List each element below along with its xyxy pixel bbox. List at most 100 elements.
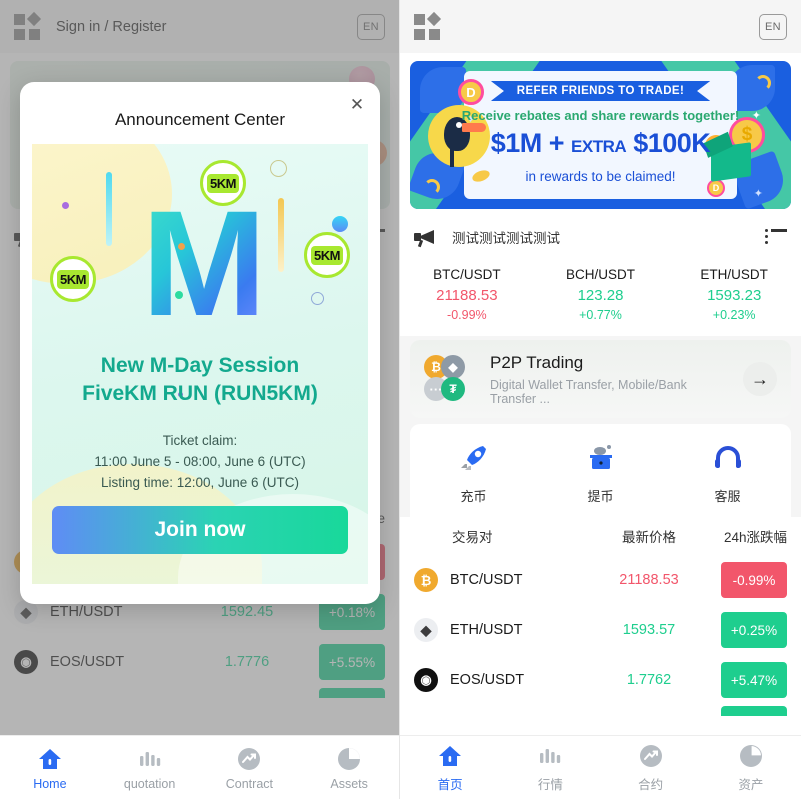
change-badge-partial bbox=[721, 706, 787, 716]
modal-artwork: M 5KM 5KM 5KM New M-Day Session FiveKM R… bbox=[32, 144, 368, 584]
modal-title: Announcement Center bbox=[114, 110, 286, 129]
trend-circle-icon bbox=[601, 742, 701, 770]
price-value: 21188.53 bbox=[619, 572, 679, 588]
decor-ring bbox=[311, 292, 324, 305]
p2p-subtitle: Digital Wallet Transfer, Mobile/Bank Tra… bbox=[490, 377, 687, 406]
banner-subtitle: Receive rebates and share rewards togeth… bbox=[461, 108, 740, 123]
tab-contract-label: 合约 bbox=[638, 778, 664, 792]
sparkle-icon: ✦ bbox=[753, 188, 763, 200]
pair-label: EOS/USDT bbox=[450, 672, 525, 688]
ticker-item[interactable]: BTC/USDT 21188.53 -0.99% bbox=[400, 267, 534, 322]
tab-home[interactable]: Home bbox=[0, 745, 100, 791]
banner-amount-extra: $100K bbox=[633, 128, 711, 158]
ticker-price: 123.28 bbox=[577, 287, 624, 304]
right-header: EN bbox=[400, 0, 801, 53]
confetti-icon bbox=[755, 75, 771, 91]
market-ticker: BTC/USDT 21188.53 -0.99% BCH/USDT 123.28… bbox=[400, 261, 801, 336]
rocket-icon bbox=[410, 440, 537, 476]
change-badge: +5.47% bbox=[721, 662, 787, 698]
ticker-item[interactable]: BCH/USDT 123.28 +0.77% bbox=[534, 267, 668, 322]
tab-assets[interactable]: 资产 bbox=[701, 742, 801, 793]
tab-home-label: 首页 bbox=[437, 778, 463, 792]
banner-amount: $1M + EXTRA $100K bbox=[410, 128, 791, 159]
header-price: 最新价格 bbox=[622, 529, 676, 545]
tab-contract[interactable]: Contract bbox=[200, 745, 300, 791]
pair-label: BTC/USDT bbox=[450, 572, 523, 588]
tab-contract-label: Contract bbox=[225, 776, 273, 791]
price-value: 1.7762 bbox=[626, 672, 672, 688]
headset-icon bbox=[664, 440, 791, 476]
ticker-item[interactable]: ETH/USDT 1593.23 +0.23% bbox=[667, 267, 801, 322]
p2p-trading-card[interactable]: ₿ ◆ ··· ₮ P2P Trading Digital Wallet Tra… bbox=[410, 340, 791, 418]
5km-badge-label: 5KM bbox=[207, 173, 239, 193]
ticker-change: +0.77% bbox=[579, 308, 622, 322]
quick-action-deposit[interactable]: 充币 bbox=[410, 440, 537, 505]
usdt-icon: ₮ bbox=[441, 377, 465, 401]
right-announcement-bar[interactable]: 测试测试测试测试 bbox=[400, 213, 801, 261]
ticker-change: +0.23% bbox=[712, 308, 756, 322]
table-row[interactable]: ₿ BTC/USDT 21188.53 -0.99% bbox=[414, 555, 787, 605]
5km-badge: 5KM bbox=[200, 160, 246, 206]
header-pair: 交易对 bbox=[452, 530, 493, 545]
quick-action-support[interactable]: 客服 bbox=[664, 440, 791, 505]
quick-action-withdraw-label: 提币 bbox=[587, 489, 614, 504]
decor-dot bbox=[175, 291, 183, 299]
tab-quotation[interactable]: 行情 bbox=[500, 742, 600, 793]
p2p-text-block: P2P Trading Digital Wallet Transfer, Mob… bbox=[490, 353, 731, 406]
withdraw-icon bbox=[537, 440, 664, 476]
tab-quotation-label: quotation bbox=[123, 776, 176, 791]
banner-amount-extra-label: EXTRA bbox=[571, 137, 627, 156]
referral-promo-banner[interactable]: D $ e D ✦ ✦ ✦ REFER FRIENDS TO TRADE! Re… bbox=[410, 61, 791, 209]
arrow-right-icon[interactable]: → bbox=[743, 362, 777, 396]
banner-ribbon-text: REFER FRIENDS TO TRADE! bbox=[490, 81, 711, 101]
pair-label: ETH/USDT bbox=[450, 622, 523, 638]
announcement-modal: ✕ Announcement Center M 5KM 5KM 5KM New bbox=[20, 82, 380, 604]
tab-assets[interactable]: Assets bbox=[299, 745, 399, 791]
modal-headline-2: FiveKM RUN (RUN5KM) bbox=[82, 382, 318, 405]
5km-badge: 5KM bbox=[304, 232, 350, 278]
close-icon[interactable]: ✕ bbox=[346, 94, 368, 116]
tab-quotation[interactable]: quotation bbox=[100, 745, 200, 791]
left-tabbar: Home quotation Contract Assets bbox=[0, 735, 399, 799]
decor-dot bbox=[332, 216, 348, 232]
ticker-symbol: ETH/USDT bbox=[700, 267, 768, 282]
tab-home[interactable]: 首页 bbox=[400, 742, 500, 793]
5km-badge-label: 5KM bbox=[311, 245, 343, 265]
quick-action-withdraw[interactable]: 提币 bbox=[537, 440, 664, 505]
tab-contract[interactable]: 合约 bbox=[601, 742, 701, 793]
promo-banner-wrap: D $ e D ✦ ✦ ✦ REFER FRIENDS TO TRADE! Re… bbox=[400, 53, 801, 213]
modal-info-line-1: Ticket claim: bbox=[162, 433, 238, 448]
banner-footer-text: in rewards to be claimed! bbox=[525, 169, 676, 184]
decor-dot bbox=[178, 243, 185, 250]
bars-icon bbox=[100, 745, 200, 773]
home-icon bbox=[400, 742, 500, 770]
join-now-button[interactable]: Join now bbox=[52, 506, 348, 554]
change-badge: +0.25% bbox=[721, 612, 787, 648]
right-market-table: 交易对 最新价格 24h涨跌幅 ₿ BTC/USDT 21188.53 -0.9… bbox=[400, 517, 801, 717]
language-button[interactable]: EN bbox=[759, 13, 787, 40]
eos-icon: ◉ bbox=[414, 668, 438, 692]
header-change: 24h涨跌幅 bbox=[723, 530, 787, 545]
ticker-price: 21188.53 bbox=[436, 287, 498, 304]
bars-icon bbox=[500, 742, 600, 770]
ticker-symbol: BTC/USDT bbox=[433, 267, 501, 282]
decor-bar bbox=[106, 172, 112, 246]
table-row-partial bbox=[414, 705, 787, 717]
quick-actions-wrap: 充币 提币 客服 bbox=[400, 418, 801, 517]
table-row[interactable]: ◉ EOS/USDT 1.7762 +5.47% bbox=[414, 655, 787, 705]
ticker-price: 1593.23 bbox=[707, 287, 762, 304]
grid-logo-icon[interactable] bbox=[414, 11, 442, 40]
decor-bar bbox=[278, 198, 284, 272]
list-icon[interactable] bbox=[765, 229, 787, 245]
modal-headline-1: New M-Day Session bbox=[100, 354, 300, 377]
btc-icon: ₿ bbox=[414, 568, 438, 592]
announcement-text: 测试测试测试测试 bbox=[452, 231, 560, 246]
modal-info: Ticket claim: 11:00 June 5 - 08:00, June… bbox=[32, 430, 368, 493]
pie-icon bbox=[701, 742, 801, 770]
left-phone-panel: Sign in / Register EN ge bbox=[0, 0, 400, 799]
modal-info-line-3: Listing time: 12:00, June 6 (UTC) bbox=[100, 475, 300, 490]
table-row[interactable]: ◆ ETH/USDT 1593.57 +0.25% bbox=[414, 605, 787, 655]
quick-actions: 充币 提币 客服 bbox=[410, 424, 791, 517]
p2p-coin-cluster: ₿ ◆ ··· ₮ bbox=[424, 355, 478, 403]
right-phone-panel: EN D $ e D bbox=[400, 0, 801, 799]
